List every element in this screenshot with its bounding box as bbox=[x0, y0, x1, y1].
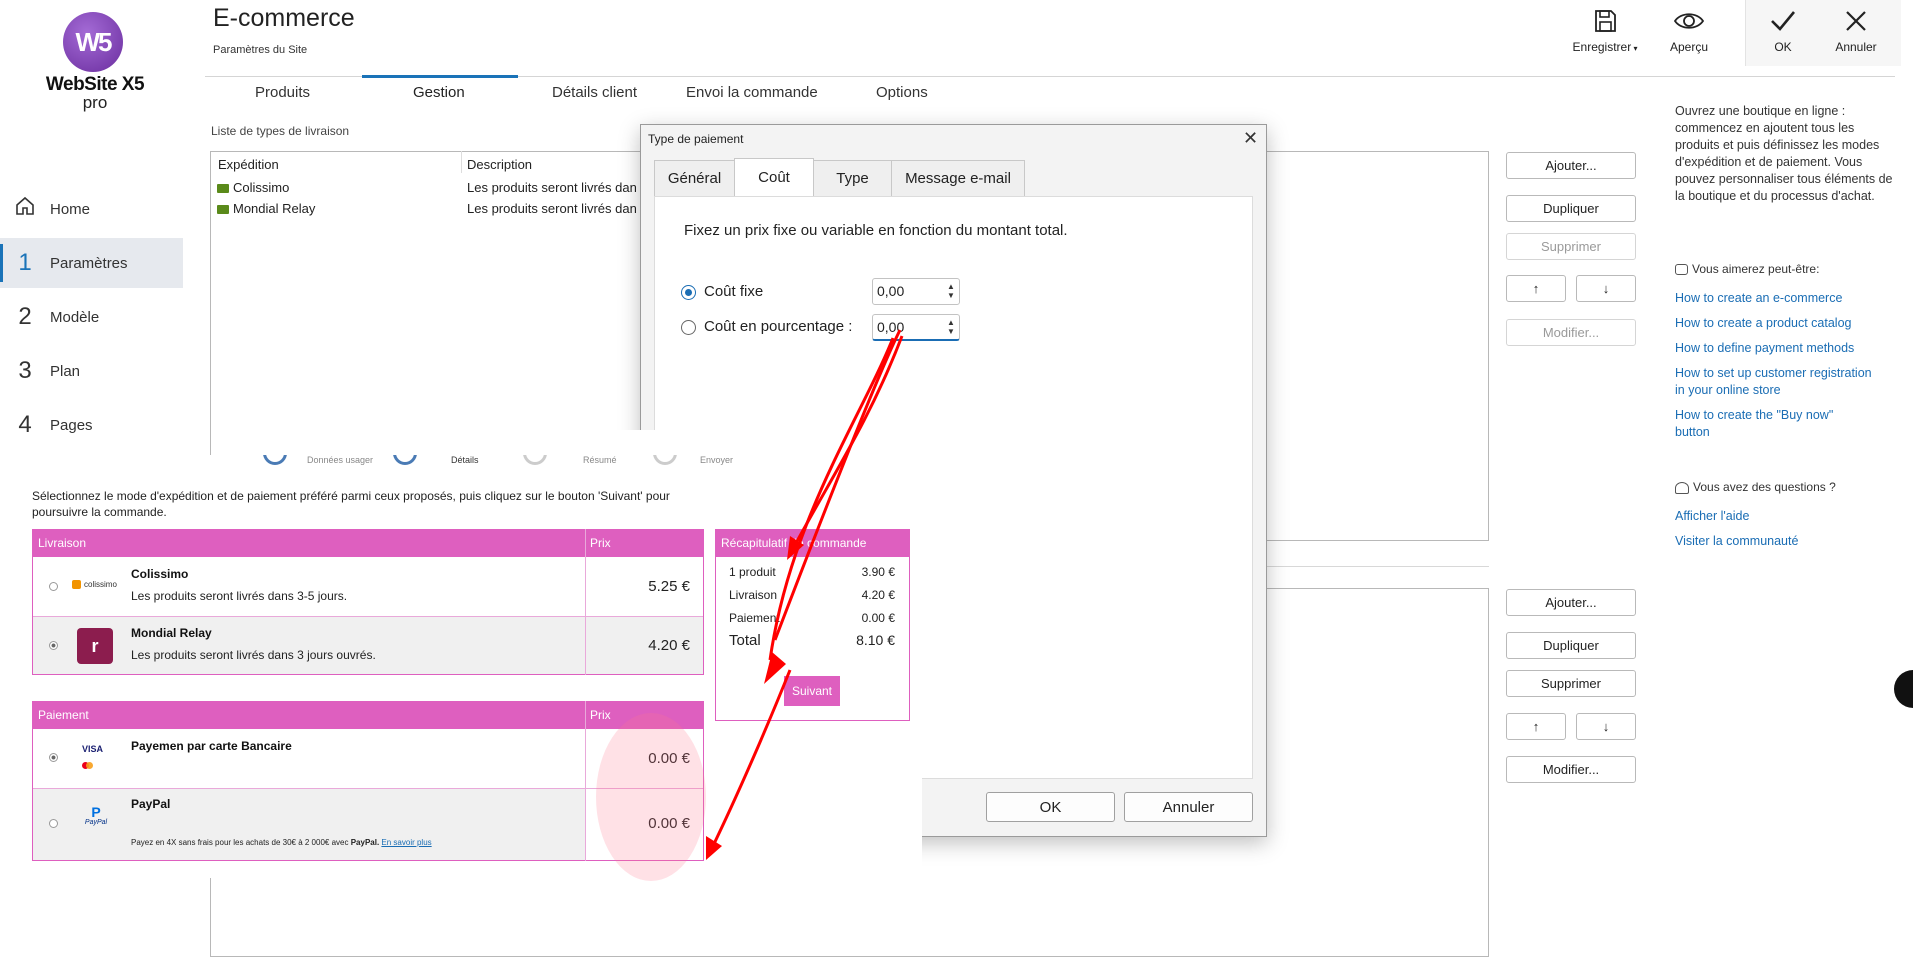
arrow-head-price bbox=[706, 836, 722, 860]
arrow-head-payment bbox=[764, 652, 786, 684]
annotation-arrows bbox=[706, 329, 904, 860]
arrow-to-payment bbox=[773, 329, 902, 641]
arrow-to-price bbox=[710, 669, 792, 849]
